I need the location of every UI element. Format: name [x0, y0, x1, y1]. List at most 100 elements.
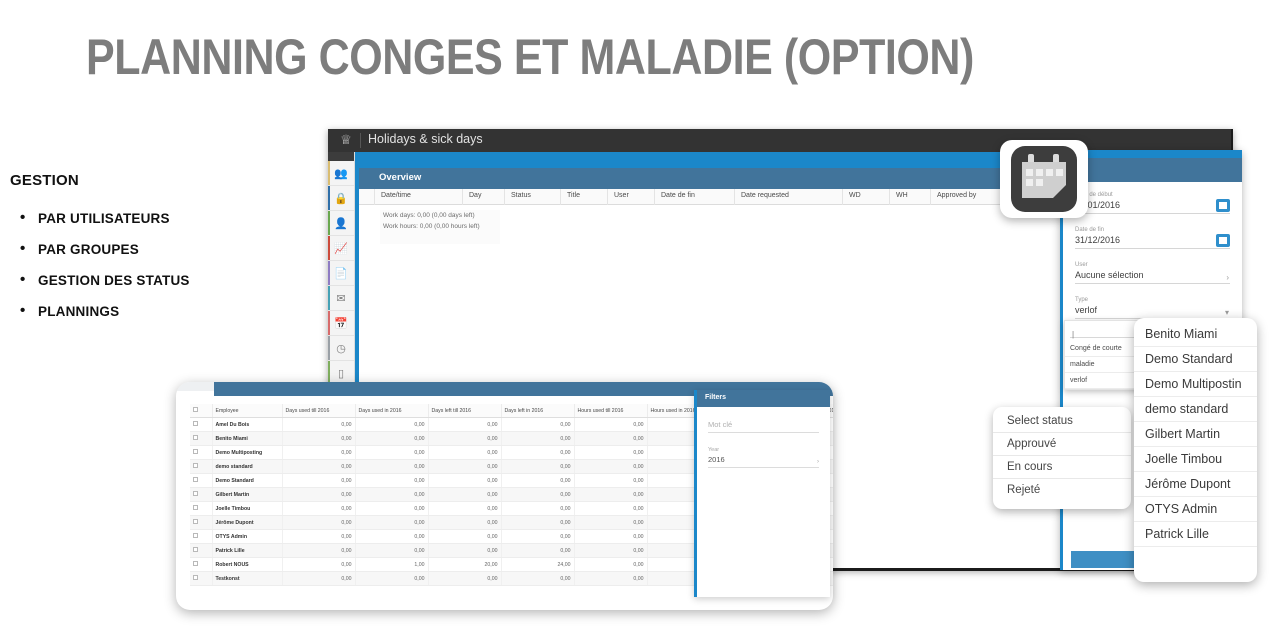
column-header-date-req[interactable]: Date requested [734, 189, 789, 205]
row-checkbox[interactable] [193, 575, 198, 580]
briefcase-icon: 🔒 [334, 192, 348, 205]
select-all-checkbox-cell[interactable] [190, 404, 213, 418]
user-option-0[interactable]: Benito Miami [1134, 322, 1257, 347]
slide-canvas: PLANNING CONGES ET MALADIE (OPTION) GEST… [0, 0, 1275, 636]
status-option-approuve[interactable]: Approuvé [993, 433, 1131, 456]
users-icon: 👥 [334, 167, 348, 180]
column-header-approved[interactable]: Approved by [929, 189, 976, 205]
work-summary-note: Work days: 0,00 (0,00 days left) Work ho… [380, 210, 500, 244]
row-checkbox[interactable] [193, 435, 198, 440]
select-type[interactable]: verlof [1075, 305, 1230, 319]
col-hours-used-till[interactable]: Hours used till 2016 [574, 404, 648, 418]
column-header-title[interactable]: Title [560, 189, 580, 205]
column-header-day[interactable]: Day [461, 189, 481, 205]
sidebar-item-candidates[interactable]: 👤 [328, 211, 354, 236]
calendar-icon-start[interactable] [1216, 199, 1230, 212]
row-checkbox-cell[interactable] [190, 473, 213, 488]
filter-year-value[interactable]: 2016 [708, 455, 819, 468]
row-checkbox[interactable] [193, 519, 198, 524]
label-type: Type [1075, 297, 1089, 303]
status-option-rejete[interactable]: Rejeté [993, 479, 1131, 501]
type-search-input[interactable] [1070, 324, 1138, 338]
user-option-4[interactable]: Gilbert Martin [1134, 422, 1257, 447]
bullet-item-2: GESTION DES STATUS [10, 271, 310, 288]
select-all-checkbox[interactable] [193, 407, 198, 412]
column-header-wh[interactable]: WH [889, 189, 908, 205]
user-option-1[interactable]: Demo Standard [1134, 347, 1257, 372]
cell-value-1: 0,00 [355, 487, 429, 502]
cell-employee-name: demo standard [212, 459, 283, 474]
type-option-0[interactable]: Congé de courte [1065, 341, 1143, 357]
column-header-wd[interactable]: WD [842, 189, 861, 205]
column-header-date-fin[interactable]: Date de fin [654, 189, 695, 205]
cell-value-4: 0,00 [574, 571, 648, 586]
chevron-right-icon-year[interactable]: › [817, 459, 819, 465]
column-header-status[interactable]: Status [504, 189, 531, 205]
sidebar-item-documents[interactable]: 📄 [328, 261, 354, 286]
column-header-user[interactable]: User [607, 189, 629, 205]
otys-logo-icon[interactable]: ♕ [335, 132, 357, 148]
row-checkbox[interactable] [193, 463, 198, 468]
sidebar-item-calendar[interactable]: 📅 [328, 311, 354, 336]
input-date-debut[interactable]: 01/01/2016 [1075, 200, 1230, 214]
user-option-8[interactable]: Patrick Lille [1134, 522, 1257, 547]
user-option-5[interactable]: Joelle Timbou [1134, 447, 1257, 472]
row-checkbox-cell[interactable] [190, 459, 213, 474]
row-checkbox[interactable] [193, 421, 198, 426]
filter-year-label: Year [708, 447, 720, 453]
sidebar-item-reports[interactable]: 📈 [328, 236, 354, 261]
row-checkbox[interactable] [193, 491, 198, 496]
row-checkbox-cell[interactable] [190, 515, 213, 530]
sidebar-collapse-handle[interactable] [328, 152, 354, 161]
sidebar-item-mail[interactable]: ✉ [328, 286, 354, 311]
row-checkbox[interactable] [193, 477, 198, 482]
type-option-2[interactable]: verlof [1065, 373, 1143, 389]
col-employee[interactable]: Employee [212, 404, 283, 418]
row-checkbox-cell[interactable] [190, 557, 213, 572]
chevron-down-icon-type[interactable]: ▾ [1225, 308, 1229, 317]
status-option-select[interactable]: Select status [993, 410, 1131, 433]
row-checkbox-cell[interactable] [190, 445, 213, 460]
row-checkbox[interactable] [193, 561, 198, 566]
col-days-used-in[interactable]: Days used in 2016 [355, 404, 429, 418]
cell-value-4: 0,00 [574, 445, 648, 460]
cell-value-2: 0,00 [428, 417, 502, 432]
column-header-datetime[interactable]: Date/time [374, 189, 411, 205]
filter-keyword-input[interactable]: Mot clé [708, 420, 819, 433]
chevron-right-icon[interactable]: › [1226, 273, 1229, 282]
type-option-1[interactable]: maladie [1065, 357, 1143, 373]
row-checkbox-cell[interactable] [190, 487, 213, 502]
cell-value-4: 0,00 [574, 543, 648, 558]
field-date-fin: Date de fin 31/12/2016 [1075, 227, 1230, 249]
sidebar-item-users[interactable]: 👥 [328, 161, 354, 186]
cell-employee-name: Demo Standard [212, 473, 283, 488]
col-days-left-till[interactable]: Days left till 2016 [428, 404, 502, 418]
row-checkbox[interactable] [193, 547, 198, 552]
col-days-left-in[interactable]: Days left in 2016 [501, 404, 575, 418]
user-option-3[interactable]: demo standard [1134, 397, 1257, 422]
calendar-icon-end[interactable] [1216, 234, 1230, 247]
row-checkbox-cell[interactable] [190, 571, 213, 586]
row-checkbox[interactable] [193, 533, 198, 538]
cell-value-2: 20,00 [428, 557, 502, 572]
input-date-fin[interactable]: 31/12/2016 [1075, 235, 1230, 249]
row-checkbox-cell[interactable] [190, 501, 213, 516]
user-option-7[interactable]: OTYS Admin [1134, 497, 1257, 522]
cell-value-0: 0,00 [282, 515, 356, 530]
cell-value-3: 0,00 [501, 487, 575, 502]
status-option-en-cours[interactable]: En cours [993, 456, 1131, 479]
work-days-line: Work days: 0,00 (0,00 days left) [383, 212, 475, 219]
row-checkbox-cell[interactable] [190, 543, 213, 558]
user-option-2[interactable]: Demo Multipostin [1134, 372, 1257, 397]
col-days-used-till[interactable]: Days used till 2016 [282, 404, 356, 418]
row-checkbox[interactable] [193, 505, 198, 510]
select-user[interactable]: Aucune sélection [1075, 270, 1230, 284]
row-checkbox-cell[interactable] [190, 417, 213, 432]
row-checkbox-cell[interactable] [190, 431, 213, 446]
label-user: User [1075, 262, 1088, 268]
user-option-6[interactable]: Jérôme Dupont [1134, 472, 1257, 497]
sidebar-item-time[interactable]: ◷ [328, 336, 354, 361]
sidebar-item-vacancies[interactable]: 🔒 [328, 186, 354, 211]
row-checkbox[interactable] [193, 449, 198, 454]
row-checkbox-cell[interactable] [190, 529, 213, 544]
